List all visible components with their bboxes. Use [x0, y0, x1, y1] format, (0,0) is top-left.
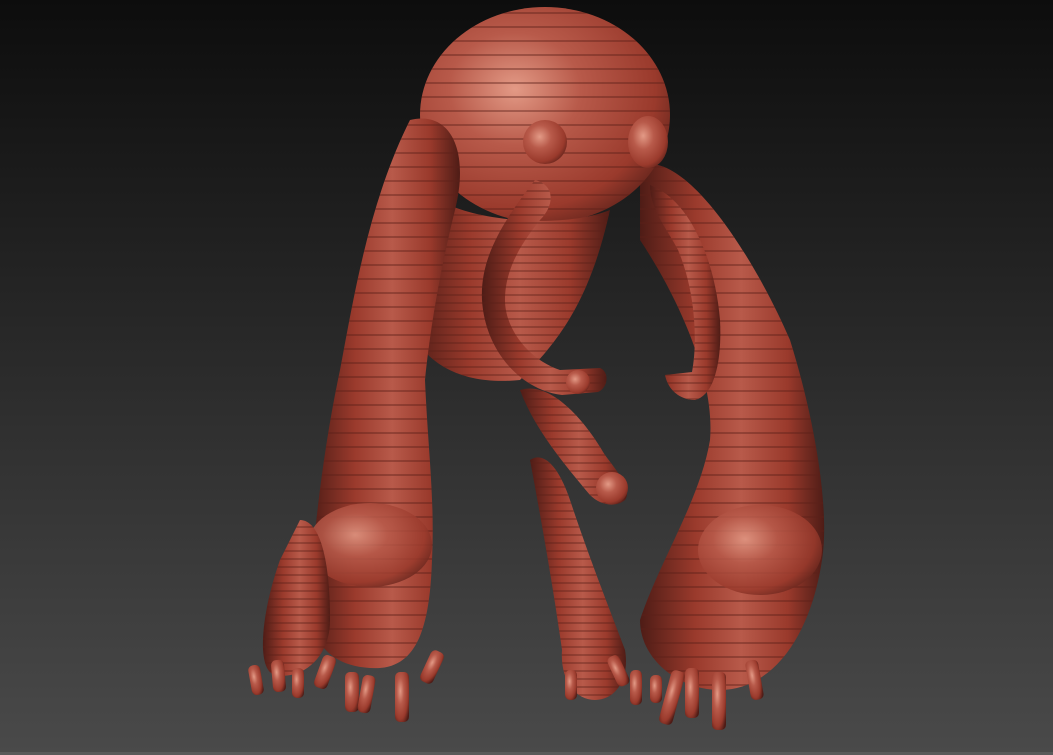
- 3d-viewport[interactable]: [0, 0, 1053, 755]
- viewport-canvas[interactable]: [0, 0, 1053, 755]
